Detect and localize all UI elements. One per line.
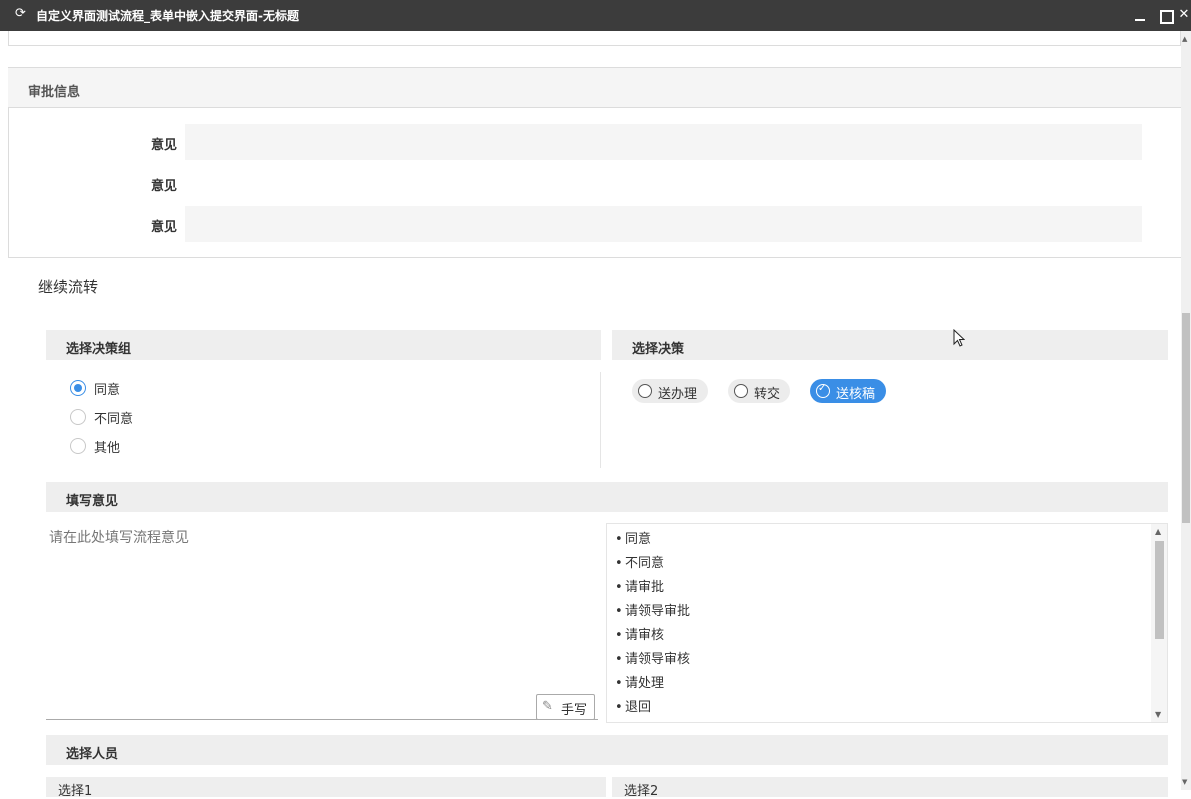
minimize-button[interactable] [1133,8,1147,22]
radio-disagree-label: 不同意 [94,412,134,427]
phrase-item[interactable]: • 退回 [615,696,651,720]
decision-send-handle-label: 送办理 [658,387,698,402]
page-scrollbar[interactable]: ▲ ▼ [1181,31,1191,790]
page-scroll-thumb[interactable] [1182,313,1190,523]
scroll-up-icon[interactable]: ▲ [1182,35,1187,43]
decision-send-handle[interactable]: 送办理 [632,379,708,403]
decision-group-header: 选择决策组 [46,330,601,360]
phrase-item[interactable]: • 请审核 [615,624,664,648]
decision-transfer-label: 转交 [754,387,781,402]
scroll-up-icon[interactable]: ▲ [1155,527,1161,536]
phrases-scrollbar[interactable]: ▲ ▼ [1151,524,1167,722]
decision-transfer[interactable]: 转交 [728,379,790,403]
decision-send-review-label: 送核稿 [836,387,876,402]
scroll-thumb[interactable] [1155,541,1164,639]
decision-header: 选择决策 [612,330,1168,360]
radio-circle-icon [638,384,652,398]
opinion-label-2: 意见 [150,179,177,194]
scroll-down-icon[interactable]: ▼ [1155,710,1161,719]
approval-section-body: 意见 意见 意见 [8,108,1181,258]
opinion-placeholder: 请在此处填写流程意见 [49,530,189,546]
radio-agree-label: 同意 [94,383,121,398]
approval-section-title: 审批信息 [28,85,81,100]
previous-section-end [8,31,1181,46]
select-person-choice-1[interactable]: 选择1 [46,777,606,799]
select-person-header: 选择人员 [46,735,1168,765]
opinion-label-3: 意见 [150,220,177,235]
decision-send-review[interactable]: 送核稿 [810,379,886,403]
pen-icon: ✎ [542,699,553,714]
continue-flow-title: 继续流转 [38,278,99,296]
decision-group-title: 选择决策组 [66,342,132,357]
opinion-field-1 [185,124,1142,160]
phrase-item[interactable]: • 不同意 [615,552,664,576]
phrase-item[interactable]: • 请领导审核 [615,648,690,672]
column-divider [600,372,601,468]
mouse-cursor-icon [953,329,965,347]
scroll-down-icon[interactable]: ▼ [1182,778,1187,786]
phrase-item[interactable]: • 请审批 [615,576,664,600]
opinion-textarea[interactable]: 请在此处填写流程意见 [46,523,598,720]
decision-title: 选择决策 [632,342,685,357]
opinion-field-3 [185,206,1142,242]
phrase-item[interactable]: • 请领导审批 [615,600,690,624]
select-person-choice-2[interactable]: 选择2 [612,777,1168,799]
handwrite-button[interactable]: ✎ 手写 [536,694,595,720]
check-circle-icon [816,383,830,398]
opinion-input-title: 填写意见 [66,494,119,509]
radio-disagree-control[interactable] [70,409,86,425]
handwrite-label: 手写 [561,703,588,718]
radio-other-label: 其他 [94,441,121,456]
radio-agree-control[interactable] [70,380,86,396]
common-phrases-list: • 同意 • 不同意 • 请审批 • 请领导审批 • 请审核 • 请领导审核 • 请处理 • 退… [606,523,1168,723]
maximize-button[interactable] [1158,8,1174,24]
phrase-item[interactable]: • 请处理 [615,672,664,696]
phrase-item[interactable]: • 同意 [615,528,651,552]
refresh-icon[interactable]: ⟳ [15,6,29,22]
window-titlebar: ⟳ 自定义界面测试流程_表单中嵌入提交界面-无标题 ✕ [0,0,1191,31]
radio-circle-icon [734,384,748,398]
approval-section-header: 审批信息 [8,68,1181,108]
opinion-input-header: 填写意见 [46,482,1168,512]
radio-other-control[interactable] [70,438,86,454]
select-person-title: 选择人员 [66,747,119,762]
close-button[interactable]: ✕ [1177,8,1191,22]
opinion-label-1: 意见 [150,138,177,153]
window-title: 自定义界面测试流程_表单中嵌入提交界面-无标题 [36,9,299,23]
